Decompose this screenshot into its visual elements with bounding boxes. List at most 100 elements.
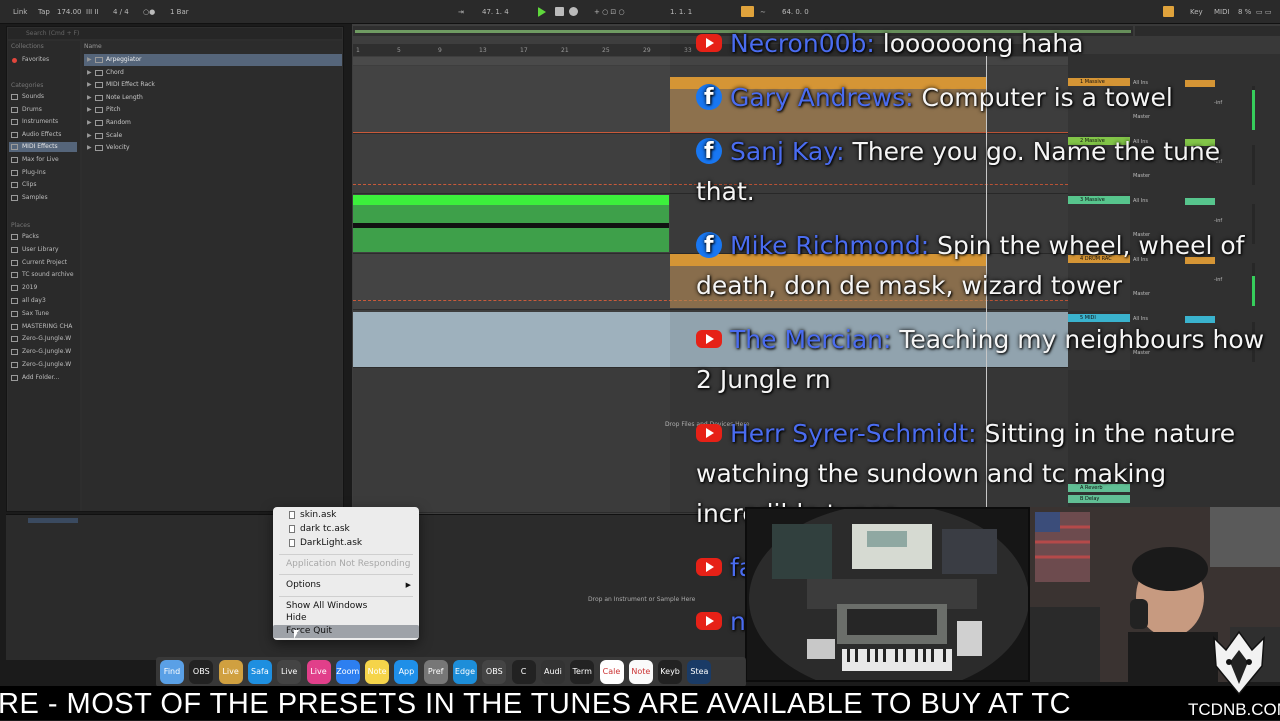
menu-item-not-responding: Application Not Responding [286, 559, 411, 569]
dock-app-icon[interactable]: OBS [482, 660, 507, 684]
link-button[interactable]: Link [13, 8, 27, 16]
dock-app-icon[interactable]: Term [570, 660, 595, 684]
browser-item[interactable]: ▶ Scale [84, 130, 342, 142]
midi-map-button[interactable]: MIDI [1214, 8, 1230, 16]
dock-app-icon[interactable]: Edge [453, 660, 477, 684]
metronome-icon[interactable]: III II [86, 8, 99, 16]
browser-item[interactable]: ▶ MIDI Effect Rack [84, 79, 342, 91]
sidebar-item-place[interactable]: all day3 [9, 296, 77, 306]
dock-app-icon[interactable]: Note [365, 660, 390, 684]
sidebar-item-place[interactable]: Zero-G.Jungle.W [9, 347, 77, 357]
browser-item-label: Chord [106, 68, 124, 76]
menu-item-file[interactable]: DarkLight.ask [273, 537, 419, 550]
sidebar-item-place[interactable]: Add Folder... [9, 373, 77, 383]
browser-item[interactable]: ▶ Note Length [84, 92, 342, 104]
sidebar-item-place[interactable]: Packs [9, 232, 77, 242]
menu-item-hide[interactable]: Hide [273, 612, 419, 625]
menu-item-options[interactable]: Options ▶ [273, 579, 419, 592]
sidebar-item-category[interactable]: Clips [9, 180, 77, 190]
browser-item[interactable]: ▶ Velocity [84, 142, 342, 154]
dock-app-icon[interactable]: Safa [247, 660, 272, 684]
dock-app-icon[interactable]: Pref [423, 660, 448, 684]
sidebar-item-category[interactable]: Plug-Ins [9, 168, 77, 178]
record-button[interactable] [569, 7, 578, 16]
dock-app-icon[interactable]: Stea [687, 660, 712, 684]
menu-item-file[interactable]: skin.ask [273, 509, 419, 522]
time-signature[interactable]: 4 / 4 [113, 8, 129, 16]
dock-app-icon[interactable]: Cale [599, 660, 624, 684]
sidebar-item-place[interactable]: MASTERING CHA [9, 322, 77, 332]
sidebar-item-place[interactable]: Zero-G.Jungle.W [9, 334, 77, 344]
sidebar-item-category[interactable]: Max for Live [9, 155, 77, 165]
folder-icon [95, 94, 103, 101]
pencil-icon[interactable] [1163, 6, 1174, 17]
folder-icon [95, 120, 103, 126]
dock-app-icon[interactable]: Zoom [335, 660, 360, 684]
dock-app-icon[interactable]: Live [218, 660, 243, 684]
folder-icon [11, 336, 18, 343]
dock-app-icon[interactable]: Live [277, 660, 302, 684]
sidebar-item-place[interactable]: 2019 [9, 283, 77, 293]
arrangement-position[interactable]: 47. 1. 4 [482, 8, 509, 16]
sidebar-item-favorites[interactable]: Favorites [9, 55, 77, 65]
sidebar-item-category[interactable]: MIDI Effects [9, 142, 77, 153]
sidebar-item-category[interactable]: Sounds [9, 92, 77, 102]
category-icon [11, 131, 18, 138]
browser-item[interactable]: ▶ Arpeggiator [84, 54, 342, 66]
expand-arrow-icon[interactable]: ▶ [87, 130, 92, 142]
tap-button[interactable]: Tap [38, 8, 50, 16]
name-column-header[interactable]: Name [82, 43, 102, 50]
expand-arrow-icon[interactable]: ▶ [87, 54, 92, 66]
sidebar-item-category[interactable]: Instruments [9, 117, 77, 127]
dock-app-icon[interactable]: App [394, 660, 419, 684]
expand-arrow-icon[interactable]: ▶ [87, 92, 92, 104]
sidebar-item-label: Zero-G.Jungle.W [22, 348, 72, 356]
dock-app-icon[interactable]: Audi [540, 660, 565, 684]
metronome-toggle-icon[interactable]: ○● [143, 8, 155, 16]
loop-start[interactable]: 1. 1. 1 [670, 8, 692, 16]
quantize-menu[interactable]: 1 Bar [170, 8, 189, 16]
browser-item[interactable]: ▶ Random [84, 117, 342, 129]
sidebar-item-place[interactable]: TC sound archive [9, 270, 77, 280]
audio-clip-header[interactable] [353, 195, 669, 205]
dock-app-icon[interactable]: C [511, 660, 536, 684]
search-input[interactable]: Search (Cmd + F) [8, 28, 342, 39]
sidebar-item-place[interactable]: Sax Tune [9, 309, 77, 319]
places-heading: Places [11, 222, 31, 229]
stop-button[interactable] [555, 7, 564, 16]
loop-switch[interactable] [741, 6, 754, 17]
tempo-field[interactable]: 174.00 [57, 8, 82, 16]
dock-app-icon[interactable]: Keyb [658, 660, 683, 684]
expand-arrow-icon[interactable]: ▶ [87, 142, 92, 154]
ruler-label: 9 [438, 47, 442, 54]
follow-icon[interactable]: ⇥ [458, 8, 464, 16]
browser-item[interactable]: ▶ Pitch [84, 104, 342, 116]
expand-arrow-icon[interactable]: ▶ [87, 104, 92, 116]
dock-app-icon[interactable]: Find [160, 660, 184, 684]
expand-arrow-icon[interactable]: ▶ [87, 67, 92, 79]
expand-arrow-icon[interactable]: ▶ [87, 117, 92, 129]
key-map-button[interactable]: Key [1190, 8, 1203, 16]
sidebar-item-place[interactable]: Zero-G.Jungle.W [9, 360, 77, 370]
loop-length[interactable]: 64. 0. 0 [782, 8, 809, 16]
sidebar-item-place[interactable]: User Library [9, 245, 77, 255]
menu-item-file[interactable]: dark tc.ask [273, 523, 419, 536]
draw-mode-icon[interactable]: ∼ [760, 8, 766, 16]
audio-clip[interactable] [353, 205, 669, 223]
dock-app-icon[interactable]: Note [628, 660, 653, 684]
expand-arrow-icon[interactable]: ▶ [87, 79, 92, 91]
overdub-icon[interactable]: + ○ ⊡ ○ [594, 8, 625, 16]
sidebar-item-category[interactable]: Samples [9, 193, 77, 203]
sidebar-item-label: Sounds [22, 93, 45, 100]
play-button[interactable] [538, 7, 546, 17]
folder-icon [11, 272, 18, 279]
dock-app-icon[interactable]: Live [306, 660, 331, 684]
sidebar-item-label: Zero-G.Jungle.W [22, 335, 72, 343]
sidebar-item-place[interactable]: Current Project [9, 258, 77, 268]
sidebar-item-label: Add Folder... [22, 373, 60, 381]
sidebar-item-category[interactable]: Audio Effects [9, 130, 77, 140]
browser-item[interactable]: ▶ Chord [84, 67, 342, 79]
sidebar-item-category[interactable]: Drums [9, 105, 77, 115]
dock-app-icon[interactable]: OBS [189, 660, 214, 684]
audio-clip[interactable] [353, 228, 669, 252]
